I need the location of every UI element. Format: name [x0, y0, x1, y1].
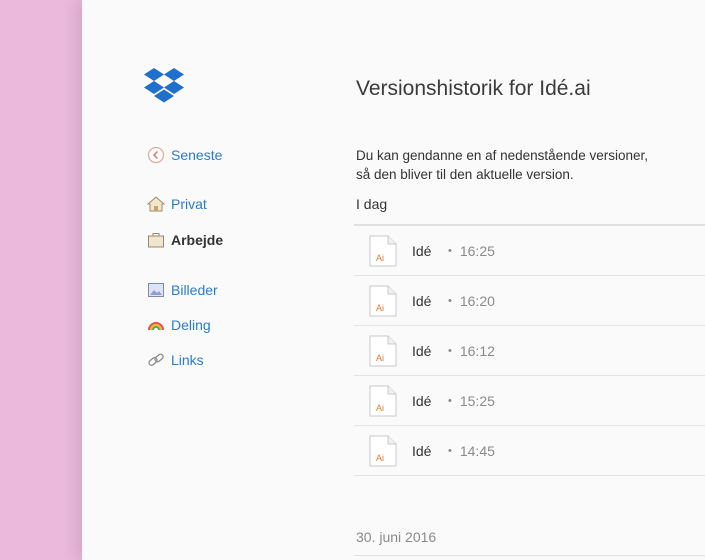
sidebar-item-photos[interactable]: Billeder — [147, 281, 218, 299]
version-row[interactable]: Ai Idé • 14:45 — [354, 426, 705, 476]
sidebar-item-label: Seneste — [171, 147, 223, 163]
sidebar-item-label: Links — [171, 352, 204, 368]
sidebar-item-sharing[interactable]: Deling — [147, 316, 211, 334]
sidebar-item-label: Arbejde — [171, 232, 224, 248]
sidebar-item-label: Privat — [171, 196, 207, 212]
file-type-label: Ai — [376, 453, 384, 463]
briefcase-icon — [148, 233, 164, 248]
file-type-label: Ai — [376, 303, 384, 313]
sidebar-item-private[interactable]: Privat — [147, 195, 207, 213]
version-row[interactable]: Ai Idé • 16:25 — [354, 226, 705, 276]
file-type-label: Ai — [376, 353, 384, 363]
version-file-name: Idé — [412, 392, 432, 409]
illustrator-file-icon: Ai — [369, 435, 397, 466]
sidebar-item-links[interactable]: Links — [147, 351, 204, 369]
version-file-name: Idé — [412, 292, 432, 309]
dropbox-logo-icon[interactable] — [143, 66, 185, 108]
version-time: 16:20 — [459, 292, 495, 309]
version-file-name: Idé — [412, 242, 432, 259]
illustrator-file-icon: Ai — [369, 285, 397, 316]
section-label-today: I dag — [356, 196, 388, 212]
main-window: Seneste Privat Arbejde Billeder Deling L… — [82, 0, 705, 560]
divider — [354, 555, 705, 556]
rainbow-icon — [148, 322, 164, 331]
link-chain-icon — [148, 353, 164, 366]
separator-dot: • — [448, 444, 452, 457]
illustrator-file-icon: Ai — [369, 235, 397, 266]
illustrator-file-icon: Ai — [369, 335, 397, 366]
section-label-date: 30. juni 2016 — [356, 529, 437, 545]
sidebar-item-work[interactable]: Arbejde — [147, 231, 223, 249]
description-line: Du kan gendanne en af nedenstående versi… — [356, 148, 648, 163]
version-row[interactable]: Ai Idé • 16:12 — [354, 326, 705, 376]
sidebar-item-label: Deling — [171, 317, 211, 333]
separator-dot: • — [448, 344, 452, 357]
illustrator-file-icon: Ai — [369, 385, 397, 416]
page-title: Versionshistorik for Idé.ai — [356, 77, 591, 100]
file-type-label: Ai — [376, 403, 384, 413]
version-row[interactable]: Ai Idé • 16:20 — [354, 276, 705, 326]
back-arrow-circle-icon — [147, 146, 165, 164]
house-icon — [147, 196, 165, 212]
separator-dot: • — [448, 394, 452, 407]
photo-icon — [148, 283, 164, 297]
sidebar-item-label: Billeder — [171, 282, 218, 298]
description-line: så den bliver til den aktuelle version. — [356, 167, 574, 182]
version-row[interactable]: Ai Idé • 15:25 — [354, 376, 705, 426]
version-file-name: Idé — [412, 442, 432, 459]
version-time: 16:12 — [459, 342, 495, 359]
version-time: 15:25 — [459, 392, 495, 409]
version-file-name: Idé — [412, 342, 432, 359]
version-list: Ai Idé • 16:25 Ai Idé • 16:20 Ai Idé • 1… — [354, 226, 705, 476]
version-time: 14:45 — [459, 442, 495, 459]
description-text: Du kan gendanne en af nedenstående versi… — [356, 146, 696, 184]
separator-dot: • — [448, 294, 452, 307]
sidebar-item-recent[interactable]: Seneste — [147, 146, 222, 164]
version-time: 16:25 — [459, 242, 495, 259]
file-type-label: Ai — [376, 253, 384, 263]
separator-dot: • — [448, 244, 452, 257]
